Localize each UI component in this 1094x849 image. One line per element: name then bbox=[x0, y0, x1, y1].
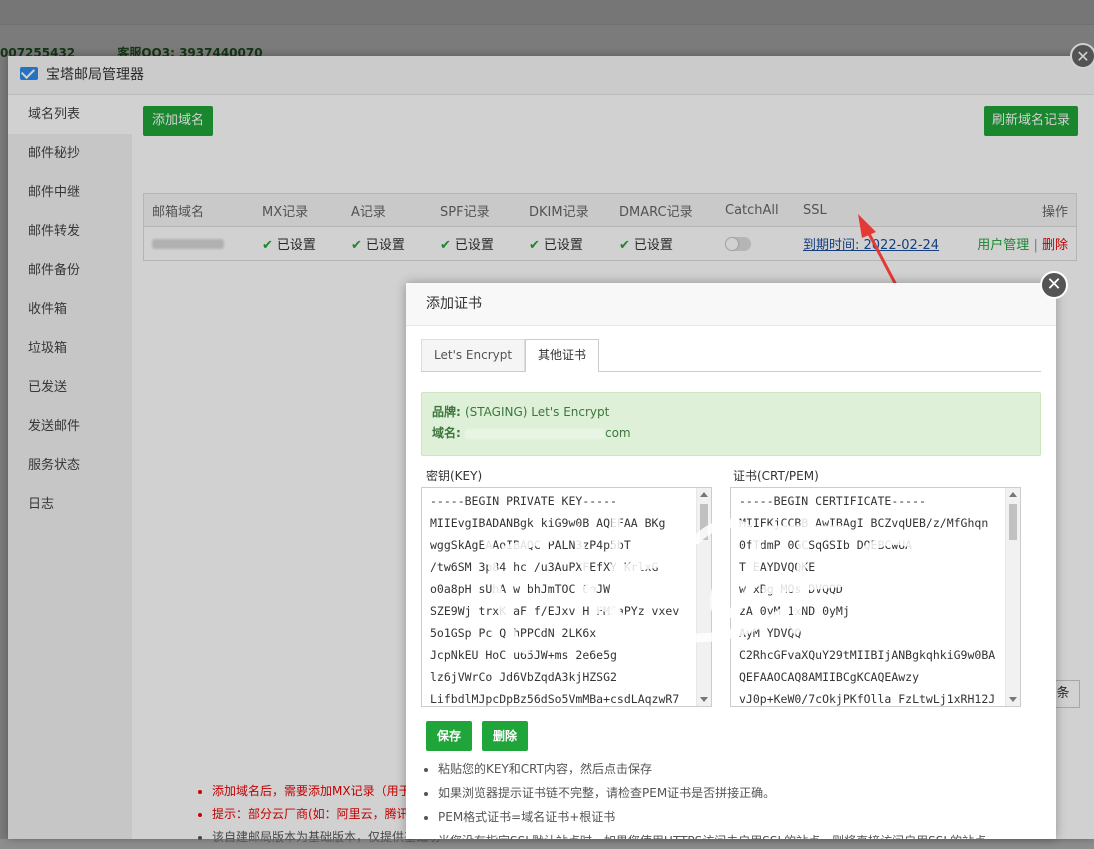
cert-label: 证书(CRT/PEM) bbox=[733, 469, 819, 483]
dialog-notes: 粘贴您的KEY和CRT内容，然后点击保存 如果浏览器提示证书链不完整，请检查PE… bbox=[426, 757, 986, 839]
dialog-title: 添加证书 bbox=[406, 283, 1056, 326]
info-brand: 品牌: (STAGING) Let's Encrypt bbox=[432, 405, 610, 419]
certificate-tabs: Let's Encrypt 其他证书 bbox=[421, 339, 1041, 372]
tab-other-certificate[interactable]: 其他证书 bbox=[525, 339, 600, 372]
scroll-up-icon[interactable] bbox=[1009, 492, 1017, 497]
note-item: 当您没有指定SSL默认站点时，如果您使用HTTPS访问未启用SSL的站点，则将直… bbox=[438, 829, 986, 839]
scroll-down-icon[interactable] bbox=[700, 697, 708, 702]
certificate-info-box: 品牌: (STAGING) Let's Encrypt 域名: com bbox=[421, 392, 1041, 456]
note-item: PEM格式证书=域名证书+根证书 bbox=[438, 805, 986, 829]
redacted-domain bbox=[464, 428, 605, 439]
cert-scrollbar[interactable] bbox=[1005, 488, 1020, 706]
dialog-close-button[interactable]: ✕ bbox=[1040, 271, 1068, 299]
note-item: 粘贴您的KEY和CRT内容，然后点击保存 bbox=[438, 757, 986, 781]
key-label: 密钥(KEY) bbox=[426, 469, 483, 483]
note-item: 如果浏览器提示证书链不完整，请检查PEM证书是否拼接正确。 bbox=[438, 781, 986, 805]
info-domain: 域名: com bbox=[432, 426, 631, 440]
scroll-down-icon[interactable] bbox=[1009, 697, 1017, 702]
tab-lets-encrypt[interactable]: Let's Encrypt bbox=[421, 339, 526, 371]
delete-cert-button[interactable]: 删除 bbox=[482, 721, 528, 751]
watermark-scribble bbox=[481, 505, 932, 655]
save-button[interactable]: 保存 bbox=[426, 721, 472, 751]
scroll-thumb[interactable] bbox=[1009, 504, 1017, 540]
